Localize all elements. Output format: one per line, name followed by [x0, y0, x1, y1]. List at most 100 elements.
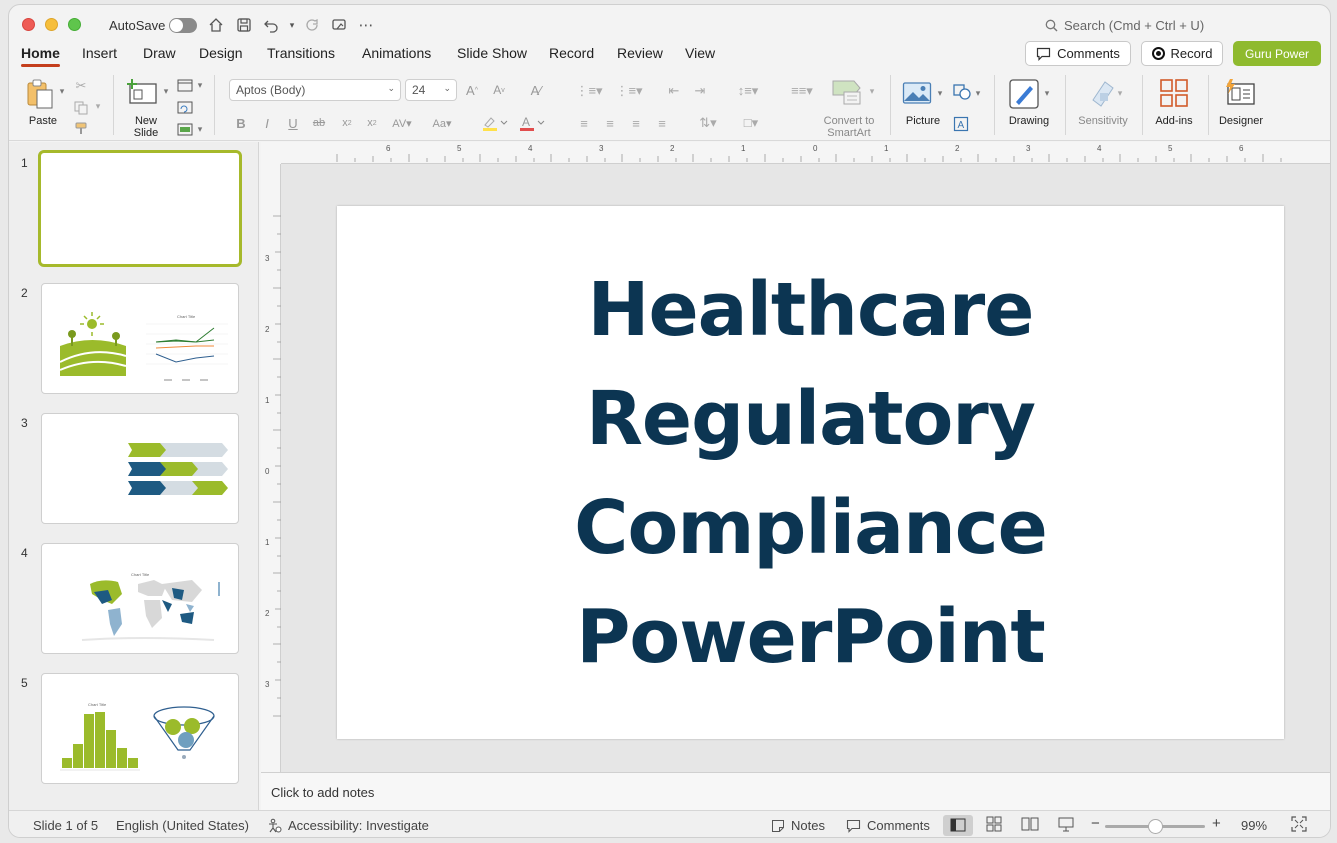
- tab-record[interactable]: Record: [549, 45, 594, 61]
- columns-icon[interactable]: ≡≡▾: [784, 83, 820, 99]
- clear-formatting-icon[interactable]: A⁄: [527, 81, 545, 99]
- autosave-toggle[interactable]: [169, 18, 197, 33]
- decrease-indent-icon[interactable]: ⇤: [665, 83, 683, 99]
- vertical-ruler[interactable]: 3 2 1 0 1 2 3: [261, 164, 281, 772]
- convert-dropdown-icon[interactable]: ▾: [867, 85, 877, 97]
- tab-insert[interactable]: Insert: [82, 45, 117, 61]
- zoom-percentage[interactable]: 99%: [1241, 818, 1267, 833]
- minimize-window-button[interactable]: [45, 18, 58, 31]
- sensitivity-dropdown-icon[interactable]: ▾: [1115, 87, 1125, 99]
- layout-icon[interactable]: [176, 77, 194, 93]
- layout-dropdown-icon[interactable]: ▾: [195, 79, 205, 91]
- numbering-icon[interactable]: ⋮≡▾: [612, 83, 646, 99]
- add-ins-icon[interactable]: [1157, 77, 1191, 109]
- picture-icon[interactable]: [901, 79, 933, 107]
- close-window-button[interactable]: [22, 18, 35, 31]
- change-case-icon[interactable]: Aa▾: [426, 114, 458, 132]
- slide-thumbnails-panel[interactable]: 1 2 Chart Title 3 4 Chart Title 5 Chart …: [9, 142, 259, 810]
- section-icon[interactable]: [176, 121, 194, 137]
- reading-view-button[interactable]: [1021, 816, 1039, 832]
- normal-view-button[interactable]: [943, 815, 973, 836]
- notes-toggle-button[interactable]: Notes: [771, 818, 825, 833]
- undo-icon[interactable]: [261, 15, 281, 35]
- guru-power-button[interactable]: Guru Power: [1233, 41, 1321, 66]
- slide-canvas[interactable]: Healthcare Regulatory Compliance PowerPo…: [337, 206, 1284, 739]
- accessibility-checker[interactable]: Accessibility: Investigate: [267, 818, 429, 833]
- align-text-icon[interactable]: □▾: [733, 115, 769, 131]
- redo-icon[interactable]: [302, 15, 322, 35]
- convert-smartart-icon[interactable]: [827, 77, 867, 107]
- format-painter-icon[interactable]: [72, 121, 90, 137]
- text-box-icon[interactable]: A: [951, 115, 971, 133]
- picture-dropdown-icon[interactable]: ▾: [935, 87, 945, 99]
- slideshow-view-button[interactable]: [1058, 816, 1074, 832]
- decrease-font-size-icon[interactable]: Av: [490, 81, 508, 99]
- drawing-icon[interactable]: [1007, 77, 1041, 111]
- zoom-window-button[interactable]: [68, 18, 81, 31]
- tab-animations[interactable]: Animations: [362, 45, 431, 61]
- strikethrough-icon[interactable]: ab: [310, 114, 328, 132]
- shapes-icon[interactable]: [951, 83, 973, 101]
- record-button[interactable]: Record: [1141, 41, 1223, 66]
- tab-review[interactable]: Review: [617, 45, 663, 61]
- tab-home[interactable]: Home: [21, 45, 60, 67]
- slide-thumbnail-2[interactable]: Chart Title: [41, 283, 239, 394]
- increase-indent-icon[interactable]: ⇥: [691, 83, 709, 99]
- tab-design[interactable]: Design: [199, 45, 243, 61]
- font-size-select[interactable]: 24 ⌄: [405, 79, 457, 101]
- tab-view[interactable]: View: [685, 45, 715, 61]
- zoom-slider-handle[interactable]: [1148, 819, 1163, 834]
- slide-sorter-button[interactable]: [986, 816, 1002, 832]
- slide-title[interactable]: Healthcare Regulatory Compliance PowerPo…: [337, 256, 1284, 692]
- slide-thumbnail-4[interactable]: Chart Title: [41, 543, 239, 654]
- text-direction-icon[interactable]: ⇅▾: [693, 115, 723, 131]
- tab-transitions[interactable]: Transitions: [267, 45, 335, 61]
- subscript-icon[interactable]: x2: [363, 114, 381, 132]
- increase-font-size-icon[interactable]: A ^: [463, 81, 481, 99]
- undo-dropdown-icon[interactable]: ▾: [282, 15, 302, 35]
- align-right-icon[interactable]: ≡: [627, 115, 645, 131]
- shapes-dropdown-icon[interactable]: ▾: [973, 87, 983, 99]
- new-slide-icon[interactable]: [126, 75, 160, 109]
- copy-icon[interactable]: [72, 99, 90, 117]
- font-color-icon[interactable]: A: [516, 114, 548, 132]
- copy-dropdown-icon[interactable]: ▾: [93, 100, 103, 112]
- justify-icon[interactable]: ≡: [653, 115, 671, 131]
- new-slide-dropdown-icon[interactable]: ▾: [161, 85, 171, 97]
- slide-thumbnail-1[interactable]: [38, 150, 242, 267]
- align-left-icon[interactable]: ≡: [575, 115, 593, 131]
- superscript-icon[interactable]: x2: [338, 114, 356, 132]
- present-icon[interactable]: [329, 15, 349, 35]
- paste-icon[interactable]: [23, 77, 57, 111]
- slide-thumbnail-3[interactable]: [41, 413, 239, 524]
- comments-button[interactable]: Comments: [1025, 41, 1131, 66]
- italic-icon[interactable]: I: [259, 114, 275, 132]
- tab-draw[interactable]: Draw: [143, 45, 176, 61]
- search-box[interactable]: Search (Cmd + Ctrl + U): [1045, 18, 1204, 33]
- more-options-icon[interactable]: ⋯: [356, 15, 376, 35]
- language-indicator[interactable]: English (United States): [116, 818, 249, 833]
- designer-icon[interactable]: [1222, 77, 1258, 109]
- horizontal-ruler[interactable]: 6 5 4 3 2 1 0 1 2 3 4 5 6: [281, 142, 1330, 164]
- drawing-dropdown-icon[interactable]: ▾: [1042, 87, 1052, 99]
- zoom-in-button[interactable]: +: [1212, 815, 1221, 832]
- underline-icon[interactable]: U: [285, 114, 301, 132]
- fit-to-window-button[interactable]: [1291, 816, 1307, 832]
- line-spacing-icon[interactable]: ↕≡▾: [729, 83, 767, 99]
- notes-pane[interactable]: Click to add notes: [261, 772, 1330, 810]
- font-name-select[interactable]: Aptos (Body) ⌄: [229, 79, 401, 101]
- save-icon[interactable]: [234, 15, 254, 35]
- sensitivity-icon[interactable]: [1085, 77, 1119, 109]
- zoom-out-button[interactable]: −: [1091, 815, 1100, 832]
- slide-thumbnail-5[interactable]: Chart Title: [41, 673, 239, 784]
- highlight-icon[interactable]: [479, 114, 511, 132]
- bullets-icon[interactable]: ⋮≡▾: [572, 83, 606, 99]
- cut-icon[interactable]: ✂: [72, 77, 90, 95]
- section-dropdown-icon[interactable]: ▾: [195, 123, 205, 135]
- reset-slide-icon[interactable]: [176, 99, 194, 115]
- align-center-icon[interactable]: ≡: [601, 115, 619, 131]
- paste-dropdown-icon[interactable]: ▾: [57, 85, 67, 97]
- tab-slide-show[interactable]: Slide Show: [457, 45, 527, 61]
- character-spacing-icon[interactable]: AV▾: [387, 114, 417, 132]
- home-icon[interactable]: [206, 15, 226, 35]
